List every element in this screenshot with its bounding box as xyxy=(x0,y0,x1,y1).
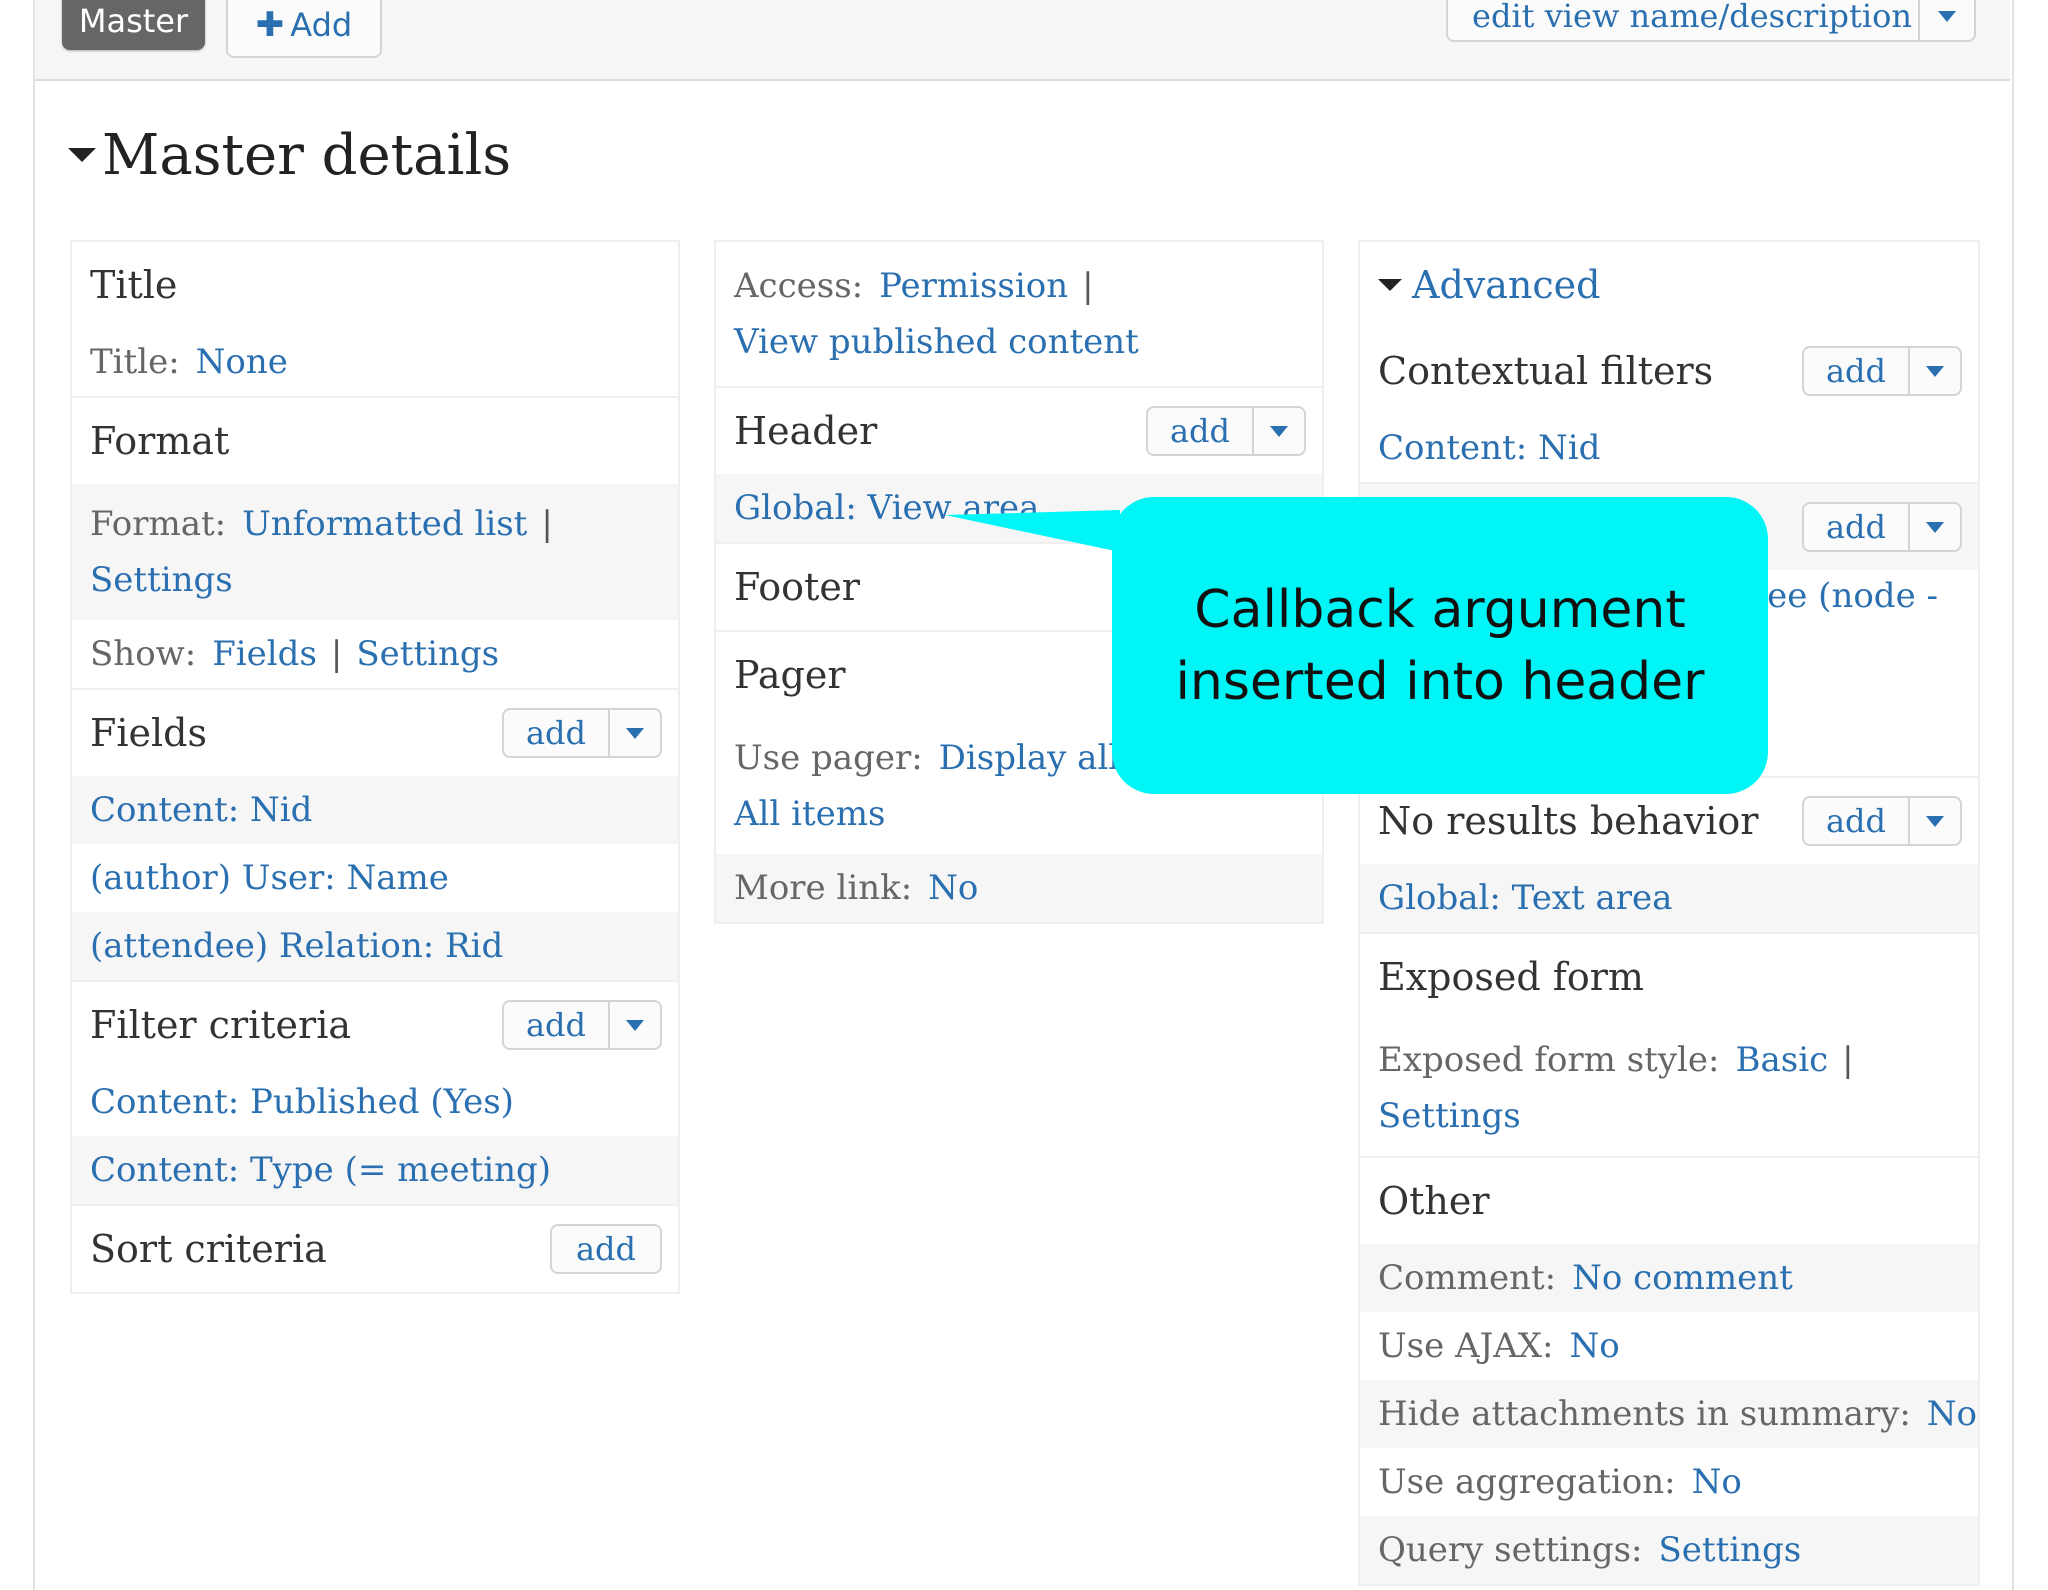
callout-line-1: Callback argument xyxy=(1194,579,1686,640)
callout-tail-shape xyxy=(945,510,1120,552)
callout-line-2: inserted into header xyxy=(1175,651,1705,712)
callout-bubble: Callback argument inserted into header xyxy=(1112,497,1768,794)
other-label: Query settings: xyxy=(1378,1530,1643,1570)
other-value-link[interactable]: Settings xyxy=(1659,1530,1802,1570)
